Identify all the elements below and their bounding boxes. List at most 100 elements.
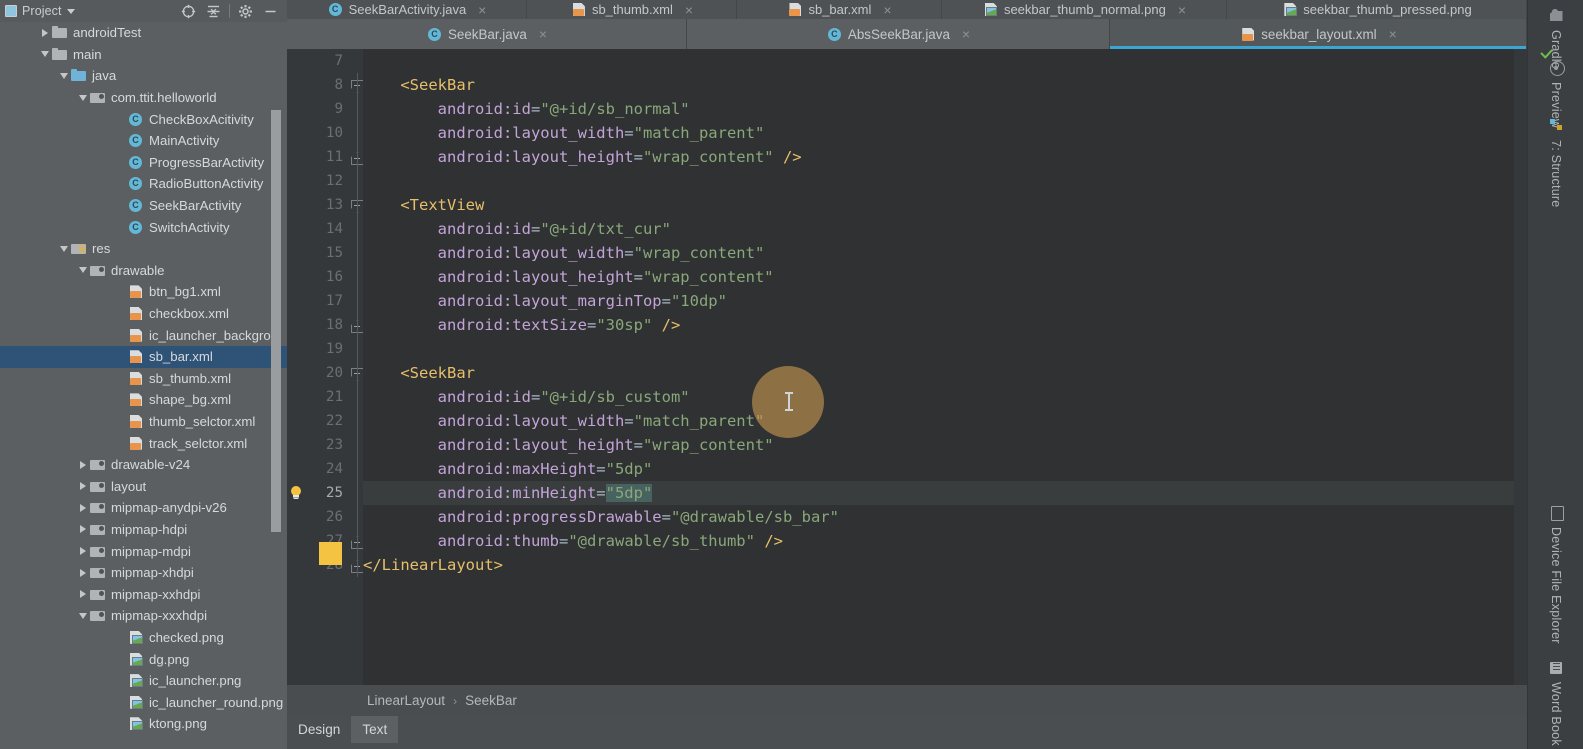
code-line[interactable] (363, 49, 1527, 73)
code-line[interactable]: <SeekBar (363, 361, 1527, 385)
tree-item[interactable]: <> sb_thumb.xml (0, 368, 287, 390)
collapse-arrow-icon[interactable] (78, 94, 87, 101)
gutter-line[interactable]: 26 (287, 505, 363, 529)
tree-item[interactable]: <> track_selctor.xml (0, 432, 287, 454)
close-icon[interactable]: × (685, 3, 693, 17)
collapse-arrow-icon[interactable] (40, 51, 49, 58)
code-line[interactable]: </LinearLayout> (363, 553, 1527, 577)
editor-tab-row-lower[interactable]: SeekBar.java × AbsSeekBar.java × <> seekbar_l… (287, 19, 1527, 49)
gutter-line[interactable]: 20 (287, 361, 363, 385)
tree-item[interactable]: <> ic_launcher_backgrou (0, 324, 287, 346)
tool-window-button-word-book[interactable]: Word Book (1528, 660, 1583, 746)
editor-tab[interactable]: <> sb_thumb.xml × (527, 0, 737, 19)
gutter-line[interactable]: 19 (287, 337, 363, 361)
gutter-line[interactable]: 16 (287, 265, 363, 289)
collapse-arrow-icon[interactable] (59, 245, 68, 252)
tree-item-selected[interactable]: <> sb_bar.xml (0, 345, 287, 368)
code-line[interactable]: android:layout_width="wrap_content" (363, 241, 1527, 265)
gutter-line[interactable]: 17 (287, 289, 363, 313)
tree-item[interactable]: checked.png (0, 627, 287, 649)
code-line[interactable]: android:layout_marginTop="10dp" (363, 289, 1527, 313)
editor-tab[interactable]: AbsSeekBar.java × (687, 19, 1110, 49)
expand-arrow-icon[interactable] (79, 525, 86, 534)
intention-bulb-icon[interactable] (289, 486, 303, 501)
tree-item[interactable]: SwitchActivity (0, 216, 287, 238)
gutter-line[interactable]: 12 (287, 169, 363, 193)
project-tree-scrollbar[interactable] (271, 110, 281, 532)
tree-item[interactable]: mipmap-mdpi (0, 540, 287, 562)
gutter-line[interactable]: 10 (287, 121, 363, 145)
tree-item[interactable]: androidTest (0, 22, 287, 44)
tree-item[interactable]: com.ttit.helloworld (0, 87, 287, 109)
collapse-arrow-icon[interactable] (78, 267, 87, 274)
tree-item[interactable]: res (0, 238, 287, 260)
tool-window-button-device-file-explorer[interactable]: Device File Explorer (1528, 505, 1583, 644)
collapse-arrow-icon[interactable] (78, 612, 87, 619)
expand-arrow-icon[interactable] (79, 482, 86, 491)
tree-item[interactable]: RadioButtonActivity (0, 173, 287, 195)
tree-item[interactable]: ic_launcher.png (0, 670, 287, 692)
collapse-all-icon[interactable] (201, 0, 226, 22)
tree-twisty-collapsed[interactable] (38, 28, 51, 37)
close-icon[interactable]: × (1389, 27, 1397, 41)
code-text-area[interactable]: <SeekBar android:id="@+id/sb_normal" and… (291, 49, 1527, 685)
tree-twisty-expanded[interactable] (57, 72, 70, 79)
editor-tab-active[interactable]: <> seekbar_layout.xml × (1110, 19, 1527, 49)
gutter-line[interactable]: 21 (287, 385, 363, 409)
tree-item[interactable]: mipmap-xxhdpi (0, 583, 287, 605)
code-line[interactable]: android:layout_width="match_parent" (363, 409, 1527, 433)
code-editor[interactable]: 7 8 9 10 11 12 13 14 15 16 17 18 19 20 21 22 23 24 25 26 27 2… (287, 49, 1527, 685)
code-line[interactable] (363, 337, 1527, 361)
code-line[interactable]: android:layout_height="wrap_content" (363, 265, 1527, 289)
breadcrumb-item[interactable]: LinearLayout (367, 693, 445, 708)
tree-item[interactable]: mipmap-xxxhdpi (0, 605, 287, 627)
tree-twisty-collapsed[interactable] (76, 590, 89, 599)
breadcrumb[interactable]: LinearLayout › SeekBar (287, 685, 1527, 716)
gutter-line[interactable]: 9 (287, 97, 363, 121)
gutter-line[interactable]: 23 (287, 433, 363, 457)
expand-arrow-icon[interactable] (41, 28, 48, 37)
right-tool-window-bar[interactable]: Gradle Preview 7: Structure Device File Exp… (1527, 0, 1583, 749)
tree-twisty-expanded[interactable] (57, 245, 70, 252)
tree-item[interactable]: ProgressBarActivity (0, 152, 287, 174)
gear-icon[interactable] (233, 0, 258, 22)
editor-gutter[interactable]: 7 8 9 10 11 12 13 14 15 16 17 18 19 20 21 22 23 24 25 26 27 2… (287, 49, 363, 685)
tree-item[interactable]: <> shape_bg.xml (0, 389, 287, 411)
tree-item[interactable]: ktong.png (0, 713, 287, 735)
tree-item[interactable]: SeekBarActivity (0, 195, 287, 217)
expand-arrow-icon[interactable] (79, 503, 86, 512)
tree-item[interactable]: dg.png (0, 648, 287, 670)
tree-item[interactable]: mipmap-anydpi-v26 (0, 497, 287, 519)
tree-twisty-collapsed[interactable] (76, 568, 89, 577)
breadcrumb-item[interactable]: SeekBar (465, 693, 517, 708)
gutter-line[interactable]: 7 (287, 49, 363, 73)
code-line-current[interactable]: android:minHeight="5dp" (291, 481, 1527, 505)
editor-marker-column[interactable] (1514, 49, 1527, 685)
code-line[interactable]: android:layout_height="wrap_content" (363, 433, 1527, 457)
tree-item[interactable]: mipmap-hdpi (0, 519, 287, 541)
tree-twisty-collapsed[interactable] (76, 547, 89, 556)
close-icon[interactable]: × (539, 27, 547, 41)
editor-tab[interactable]: seekbar_thumb_pressed.png (1227, 0, 1527, 19)
tree-item[interactable]: CheckBoxAcitivity (0, 108, 287, 130)
expand-arrow-icon[interactable] (79, 460, 86, 469)
tree-item[interactable]: <> checkbox.xml (0, 303, 287, 325)
gutter-line[interactable]: 13 (287, 193, 363, 217)
tree-item[interactable]: layout (0, 475, 287, 497)
gutter-line[interactable]: 15 (287, 241, 363, 265)
tree-item[interactable]: ic_launcher_round.png (0, 691, 287, 713)
gutter-color-swatch-marker[interactable] (319, 542, 342, 565)
editor-tab[interactable]: seekbar_thumb_normal.png × (942, 0, 1227, 19)
editor-mode-tab-text[interactable]: Text (351, 716, 399, 743)
project-tree[interactable]: androidTest main java com.ttit.helloworld Ch… (0, 22, 287, 749)
code-line[interactable]: android:maxHeight="5dp" (363, 457, 1527, 481)
close-icon[interactable]: × (883, 3, 891, 17)
code-line[interactable]: android:layout_width="match_parent" (363, 121, 1527, 145)
editor-tab[interactable]: SeekBarActivity.java × (287, 0, 527, 19)
design-text-tabs[interactable]: Design Text (287, 716, 1527, 749)
tree-item[interactable]: <> thumb_selctor.xml (0, 411, 287, 433)
tree-item[interactable]: main (0, 44, 287, 66)
editor-tab[interactable]: SeekBar.java × (287, 19, 687, 49)
code-line[interactable] (363, 169, 1527, 193)
gutter-line[interactable]: 18 (287, 313, 363, 337)
